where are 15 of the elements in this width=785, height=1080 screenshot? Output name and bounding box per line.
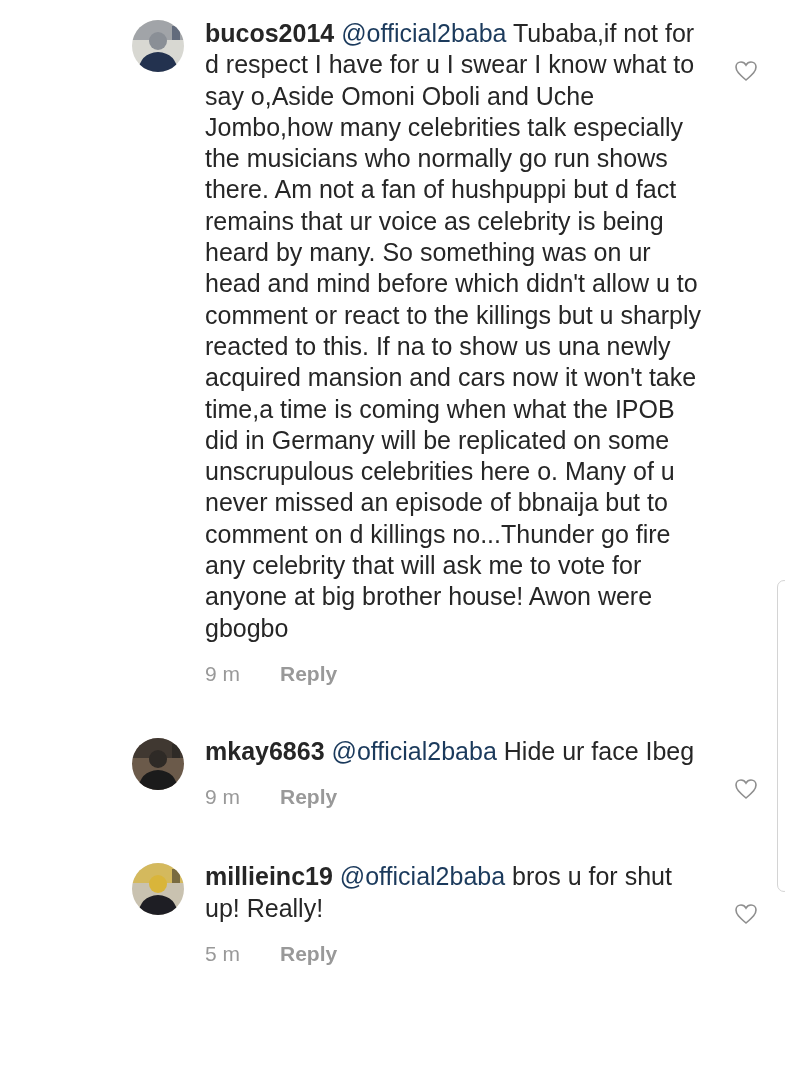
- comment-text: bucos2014 @official2baba Tubaba,if not for d respect I have for u I swear I know what to say o,Aside Omoni Oboli and Uche Jombo,how many celebrities talk especially the musicians who normally go run shows there. Am not a fan of hushpuppi but d fact remains that ur voice as celebrity is being heard by many. So something was on ur head and mind before which didn't allow u to comment or react to the killings but u sharply reacted to this. If na to show us una newly acquired mansion and cars now it won't take time,a time is coming when what the IPOB did in Germany will be replicated on some unscrupulous celebrities here o. Many of u never missed an episode of bbnaija but to comment on d killings no...Thunder go fire any celebrity that will ask me to vote for anyone at big brother house! Awon were gbogbo: [205, 18, 703, 644]
- comment-text: mkay6863 @official2baba Hide ur face Ibeg: [205, 735, 696, 767]
- mention-link[interactable]: @official2baba: [331, 736, 497, 765]
- heart-icon[interactable]: [734, 903, 758, 926]
- comment-text: millieinc19 @official2baba bros u for shut up! Really!: [205, 861, 673, 924]
- username-link[interactable]: bucos2014: [205, 19, 335, 47]
- username-link[interactable]: mkay6863: [205, 736, 325, 765]
- heart-icon[interactable]: [734, 60, 758, 82]
- mention-link[interactable]: @official2baba: [341, 19, 507, 47]
- timestamp: 9 m: [205, 785, 240, 810]
- username-link[interactable]: millieinc19: [205, 862, 333, 891]
- timestamp: 5 m: [205, 941, 240, 966]
- timestamp: 9 m: [205, 661, 240, 686]
- heart-icon[interactable]: [734, 777, 758, 800]
- mention-link[interactable]: @official2baba: [339, 862, 506, 891]
